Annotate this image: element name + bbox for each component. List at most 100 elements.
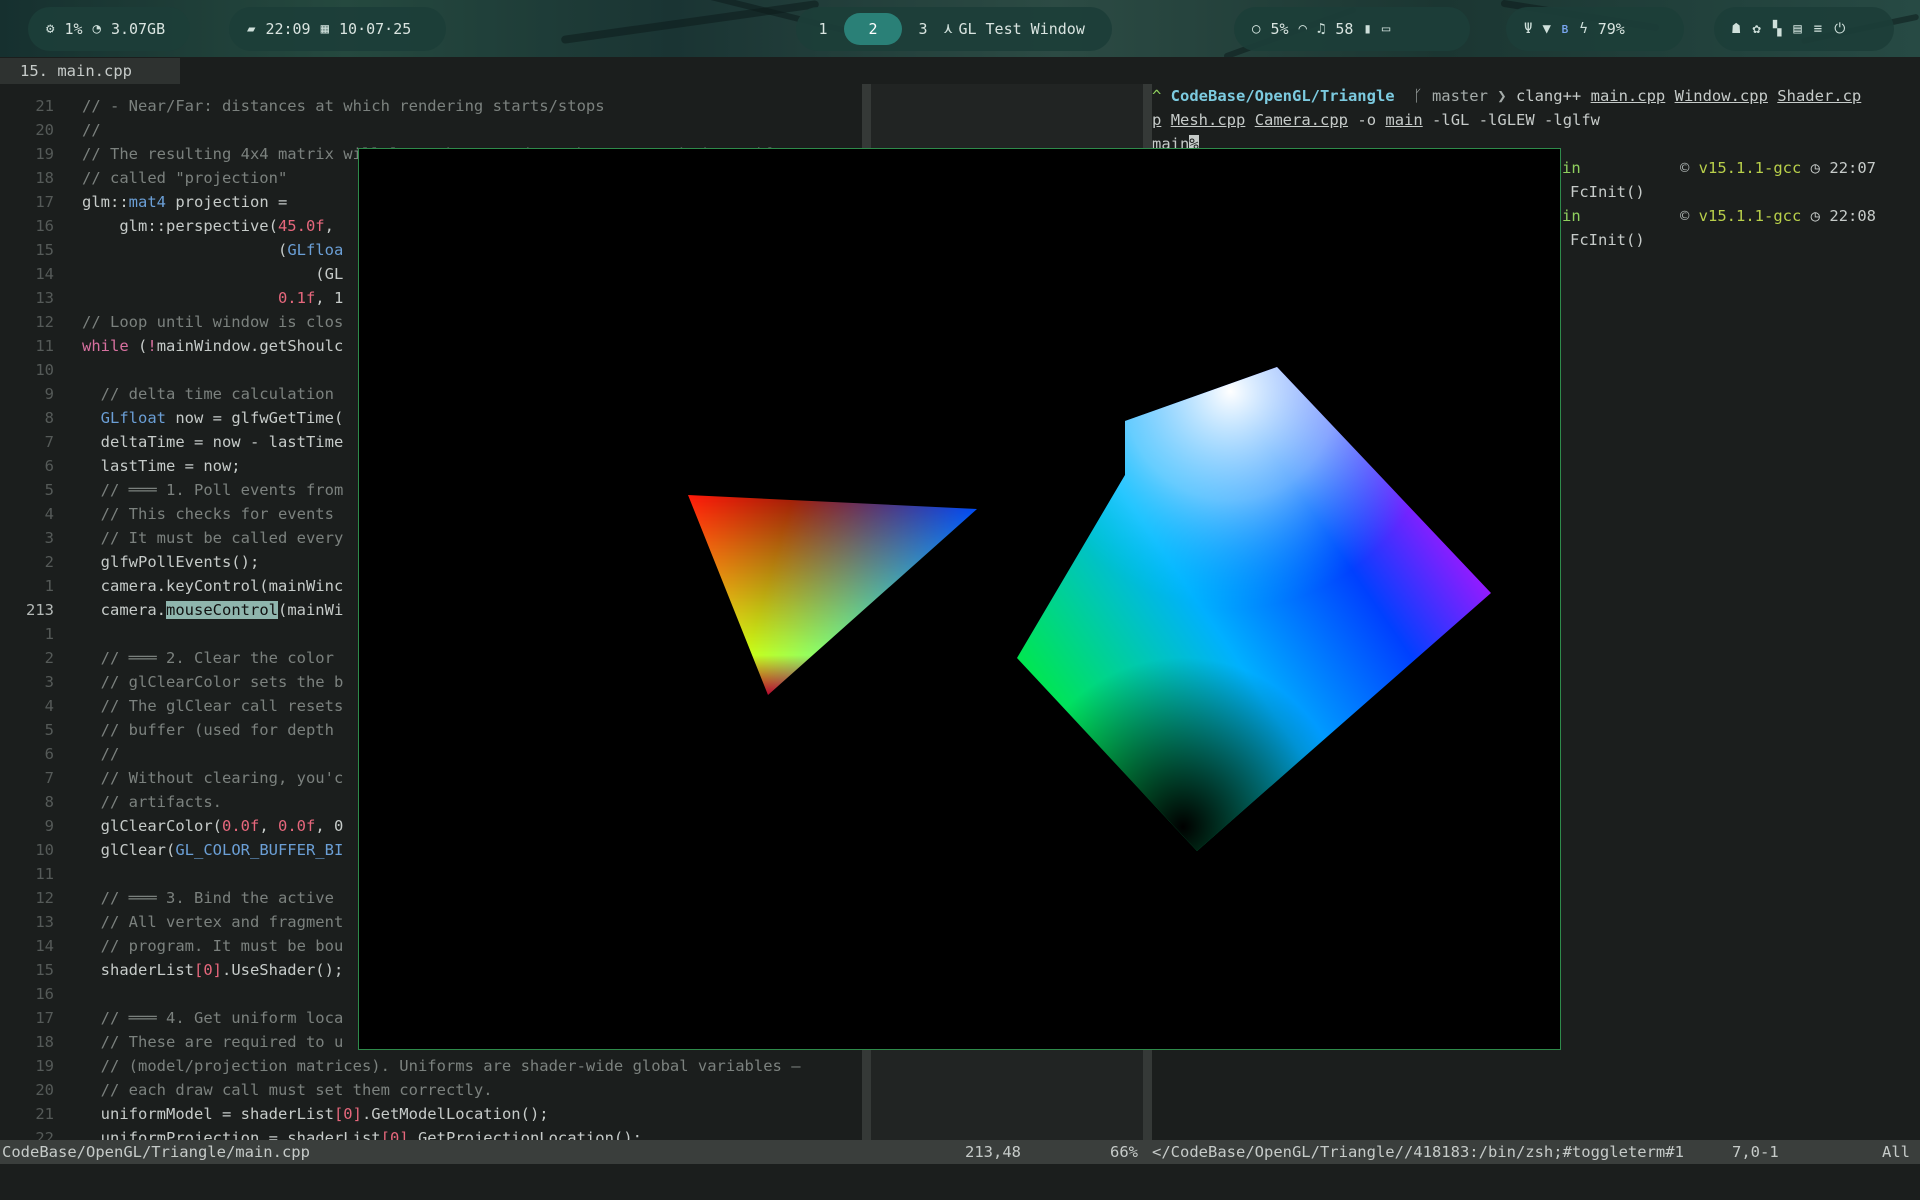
line-number: 11 [35,337,54,355]
code-line[interactable]: 4 // This checks for events [0,502,334,526]
code-text: // This checks for events [82,505,334,523]
wifi-icon[interactable]: ◠ [1299,21,1307,37]
workspace-3[interactable]: 3 [908,20,938,38]
code-line[interactable]: 2 // ═══ 2. Clear the color [0,646,334,670]
code-line[interactable]: 18 // These are required to u [0,1030,343,1054]
tab-main-cpp[interactable]: 15. main.cpp [0,58,180,84]
code-text: uniformModel = shaderList[0].GetModelLoc… [82,1105,549,1123]
git-branch: master [1431,87,1488,105]
line-number: 19 [35,1057,54,1075]
code-line[interactable]: 15 (GLfloa [0,238,343,262]
code-line[interactable]: 10 glClear(GL_COLOR_BUFFER_BI [0,838,343,862]
code-line[interactable]: 3 // It must be called every [0,526,344,550]
code-line[interactable]: 21 // - Near/Far: distances at which rend… [0,94,605,118]
code-line[interactable]: 20 // [0,118,100,142]
compiler-icon: © [1680,159,1699,177]
line-number: 3 [44,529,54,547]
code-line[interactable]: 7 deltaTime = now - lastTime [0,430,344,454]
line-number: 9 [44,385,54,403]
code-line[interactable]: 13 0.1f, 1 [0,286,343,310]
code-text: // - Near/Far: distances at which render… [82,97,605,115]
code-line[interactable]: 4 // The glClear call resets [0,694,344,718]
line-number: 14 [35,265,54,283]
code-line[interactable]: 1 [0,622,82,646]
code-line[interactable]: 14 // program. It must be bou [0,934,343,958]
line-number: 4 [44,505,54,523]
connectivity-widget[interactable]: Ψ ▼ ʙ ϟ 79% [1506,7,1684,51]
code-line[interactable]: 6 // [0,742,120,766]
clock-date: 10·07·25 [339,20,412,38]
headphones-icon: ♫ [1316,21,1326,37]
palette-icon[interactable]: ✿ [1752,21,1760,37]
code-text: // ═══ 1. Poll events from [82,481,344,499]
status-scroll-percent: 66% [1110,1143,1138,1161]
gl-test-window[interactable] [358,148,1561,1050]
battery-level: 79% [1597,20,1625,38]
code-line[interactable]: 10 [0,358,82,382]
ghost-icon[interactable]: ☗ [1732,21,1740,37]
compiler-icon: © [1680,207,1699,225]
arg-mesh-cpp: Mesh.cpp [1170,111,1246,129]
code-line[interactable]: 13 // All vertex and fragment [0,910,343,934]
code-text: // Without clearing, you'c [82,769,344,787]
arg-shader-cpp: Shader.cp [1777,87,1862,105]
code-line[interactable]: 17 // ═══ 4. Get uniform loca [0,1006,343,1030]
line-number: 20 [35,1081,54,1099]
code-line[interactable]: 5 // buffer (used for depth [0,718,334,742]
line-number: 6 [44,457,54,475]
line-number: 2 [44,553,54,571]
code-line[interactable]: 12 // Loop until window is clos [0,310,343,334]
line-number: 8 [44,409,54,427]
checkerboard-icon[interactable]: ▚ [1773,21,1781,37]
code-line[interactable]: 21 uniformModel = shaderList[0].GetModel… [0,1102,549,1126]
media-status-widget[interactable]: ○ 5% ◠ ♫ 58 ▮ ▭ [1234,7,1470,51]
power-icon[interactable]: ⏻ [1834,21,1845,37]
code-line[interactable]: 11 [0,862,82,886]
code-line[interactable]: 8 // artifacts. [0,790,222,814]
keyboard-icon[interactable]: ▭ [1382,21,1390,37]
code-line[interactable]: 19 // (model/projection matrices). Unifo… [0,1054,800,1078]
code-text: // These are required to u [82,1033,344,1051]
code-line[interactable]: 213 camera.mouseControl(mainWi [0,598,343,622]
command-line[interactable] [0,1164,1920,1200]
job-line-1: in [1562,156,1581,180]
microphone-icon[interactable]: ▮ [1363,21,1371,37]
code-line[interactable]: 20 // each draw call must set them corre… [0,1078,492,1102]
menu-icon[interactable]: ≡ [1814,21,1822,37]
code-line[interactable]: 11 while (!mainWindow.getShoulc [0,334,343,358]
code-line[interactable]: 3 // glClearColor sets the b [0,670,344,694]
code-line[interactable]: 7 // Without clearing, you'c [0,766,344,790]
bluetooth-icon[interactable]: ʙ [1561,21,1569,37]
job-line-1-meta: © v15.1.1-gcc ◷ 22:07 [1680,156,1876,180]
line-number: 7 [44,433,54,451]
clipboard-icon[interactable]: ▤ [1793,21,1801,37]
code-text: // program. It must be bou [82,937,344,955]
code-line[interactable]: 1 camera.keyControl(mainWinc [0,574,344,598]
code-text: camera.mouseControl(mainWi [82,601,344,619]
code-text: camera.keyControl(mainWinc [82,577,344,595]
code-line[interactable]: 16 [0,982,82,1006]
code-line[interactable]: 14 (GL [0,262,343,286]
code-line[interactable]: 9 // delta time calculation [0,382,334,406]
code-line[interactable]: 15 shaderList[0].UseShader(); [0,958,343,982]
usb-icon: Ψ [1524,21,1533,37]
code-line[interactable]: 16 glm::perspective(45.0f, [0,214,334,238]
code-line[interactable]: 8 GLfloat now = glfwGetTime( [0,406,344,430]
code-line[interactable]: 9 glClearColor(0.0f, 0.0f, 0 [0,814,344,838]
code-line[interactable]: 2 glfwPollEvents(); [0,550,260,574]
system-stats-widget[interactable]: ⚙ 1% ◔ 3.07GB [28,7,190,51]
code-line[interactable]: 18 // called "projection" [0,166,287,190]
code-line[interactable]: 5 // ═══ 1. Poll events from [0,478,344,502]
code-line[interactable]: 12 // ═══ 3. Bind the active [0,886,334,910]
clock-widget[interactable]: ▰ 22:09 ▦ 10·07·25 [229,7,446,51]
code-text: // ═══ 4. Get uniform loca [82,1009,344,1027]
line-number: 10 [35,841,54,859]
arg-window-cpp: Window.cpp [1674,87,1768,105]
workspace-2[interactable]: 2 [844,13,902,45]
line-number: 4 [44,697,54,715]
code-line[interactable]: 17 glm::mat4 projection = [0,190,287,214]
code-line[interactable]: 6 lastTime = now; [0,454,241,478]
code-text: deltaTime = now - lastTime [82,433,344,451]
workspace-1[interactable]: 1 [808,20,838,38]
code-text: glm::mat4 projection = [82,193,288,211]
